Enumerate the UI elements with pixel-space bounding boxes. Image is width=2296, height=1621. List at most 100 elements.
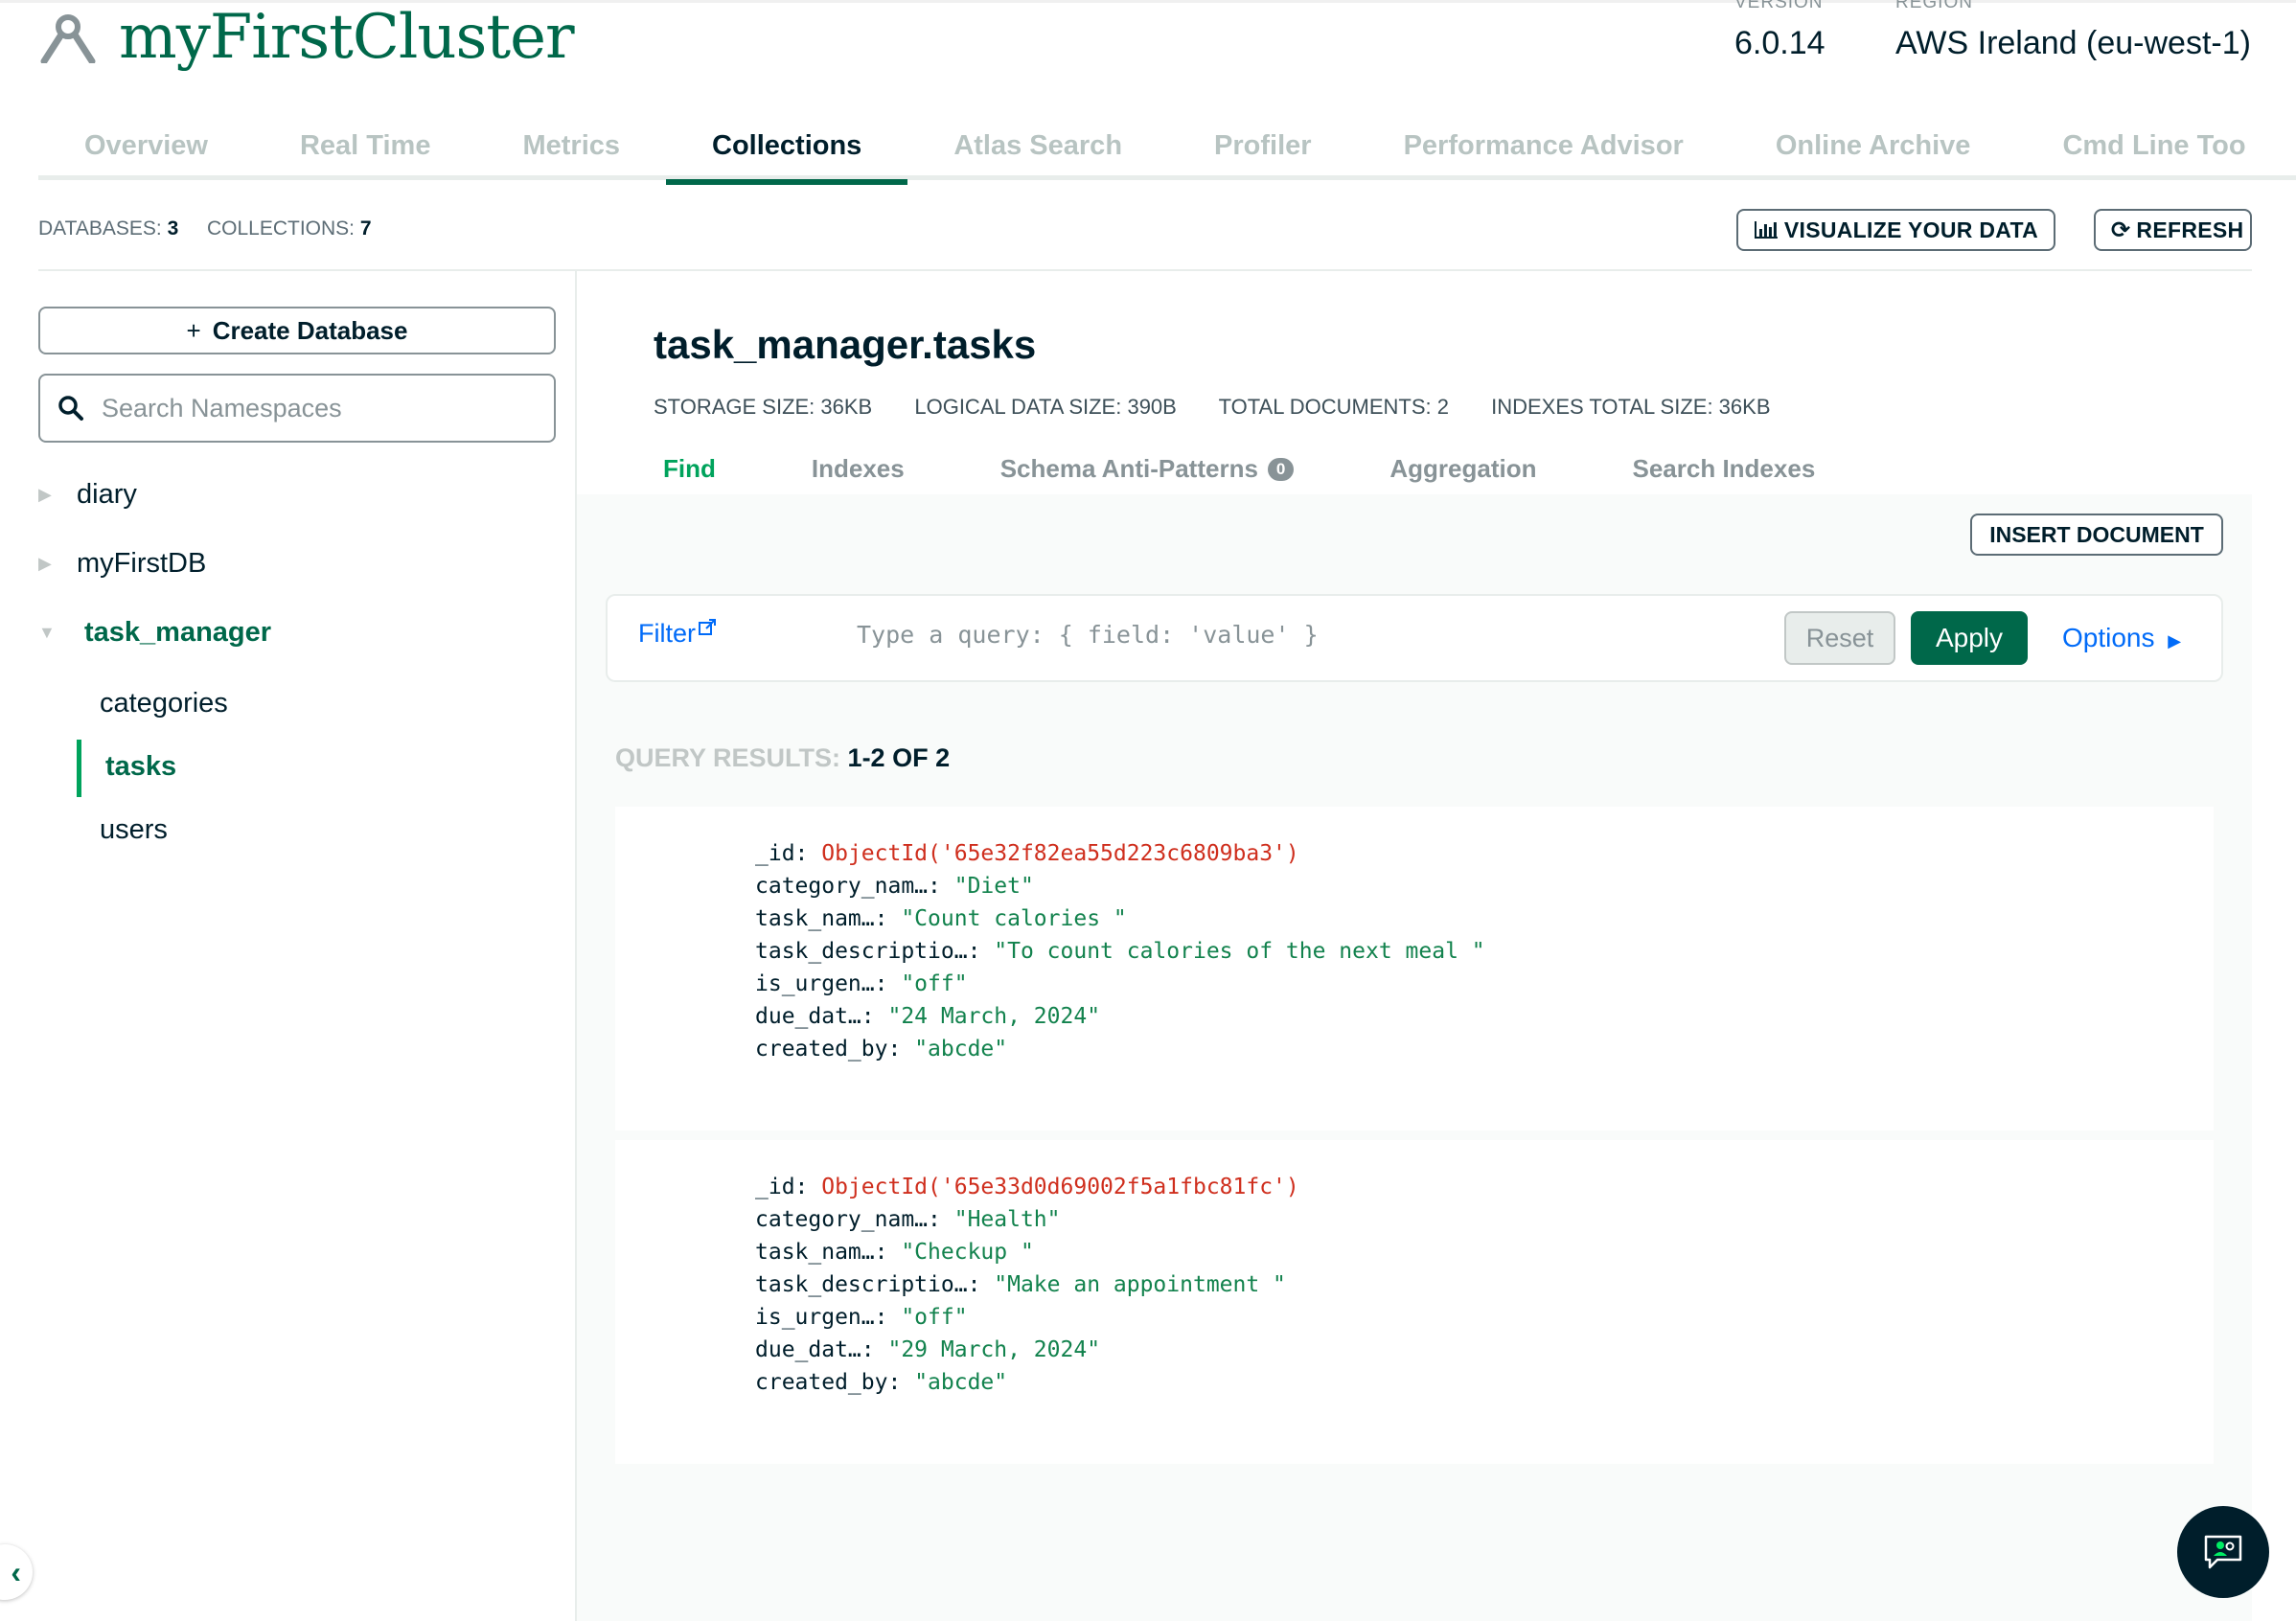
tab-label: Aggregation [1389, 454, 1537, 483]
field-key: due_dat… [755, 1004, 861, 1029]
options-label: Options [2062, 623, 2155, 652]
bar-chart-icon [1754, 221, 1778, 239]
field-key: _id: [755, 1175, 822, 1199]
tab-label: Find [663, 454, 716, 483]
tab-performance-advisor[interactable]: Performance Advisor [1358, 125, 1730, 180]
field-value: "29 March, 2024" [887, 1337, 1101, 1362]
query-results-count: QUERY RESULTS: 1-2 OF 2 [615, 743, 950, 773]
document-field: task_descriptio…: "Make an appointment " [755, 1272, 1286, 1297]
tab-profiler[interactable]: Profiler [1168, 125, 1358, 180]
create-database-label: Create Database [212, 315, 408, 345]
field-value: "abcde" [914, 1370, 1008, 1395]
collection-stats: STORAGE SIZE: 36KB LOGICAL DATA SIZE: 39… [654, 395, 1807, 420]
reset-button[interactable]: Reset [1784, 611, 1895, 665]
apply-button[interactable]: Apply [1911, 611, 2028, 665]
field-value: "Diet" [953, 874, 1034, 899]
namespace-stats: DATABASES: 3 COLLECTIONS: 7 [38, 217, 372, 240]
db-name: myFirstDB [77, 548, 207, 579]
query-results-value: 1-2 OF 2 [847, 743, 951, 772]
document-field-id: _id: ObjectId('65e33d0d69002f5a1fbc81fc'… [755, 1171, 1299, 1203]
sidebar-collection-categories[interactable]: categories [100, 688, 228, 719]
tab-label: Indexes [811, 454, 905, 483]
field-key: category_nam… [755, 1207, 929, 1232]
document-field: category_nam…: "Diet" [755, 874, 1034, 899]
collections-label: COLLECTIONS: [206, 217, 356, 240]
tab-cmd-line-too[interactable]: Cmd Line Too [2016, 125, 2291, 180]
indexes-total-size: INDEXES TOTAL SIZE: 36KB [1491, 395, 1771, 419]
tab-aggregation[interactable]: Aggregation [1389, 454, 1536, 484]
external-link-icon [699, 619, 716, 635]
tab-indexes[interactable]: Indexes [812, 454, 905, 484]
tab-overview[interactable]: Overview [38, 125, 254, 180]
tab-metrics[interactable]: Metrics [476, 125, 666, 180]
create-database-button[interactable]: + Create Database [38, 307, 556, 354]
sidebar-collection-users[interactable]: users [100, 814, 168, 846]
field-value: "abcde" [914, 1037, 1008, 1062]
cluster-name: myFirstCluster [119, 2, 575, 73]
document-field: category_nam…: "Health" [755, 1207, 1061, 1232]
collapse-sidebar-button[interactable]: ‹ [0, 1544, 33, 1600]
field-value: "Health" [953, 1207, 1061, 1232]
tab-real-time[interactable]: Real Time [254, 125, 476, 180]
sidebar-db-task-manager[interactable]: ▼ task_manager [38, 617, 271, 649]
region-value: AWS Ireland (eu-west-1) [1895, 25, 2251, 61]
field-value: "off" [901, 1305, 968, 1330]
refresh-icon: ⟳ [2111, 217, 2131, 243]
tab-atlas-search[interactable]: Atlas Search [907, 125, 1168, 180]
options-toggle[interactable]: Options ▶ [2062, 623, 2181, 653]
caret-right-icon: ▶ [38, 485, 52, 504]
field-value: "off" [901, 971, 968, 996]
field-key: category_nam… [755, 874, 929, 899]
tab-collections[interactable]: Collections [666, 125, 908, 185]
query-results-label: QUERY RESULTS: [615, 743, 841, 772]
version-label: VERSION [1734, 0, 1824, 12]
caret-right-icon: ▶ [38, 554, 52, 573]
tab-find[interactable]: Find [663, 454, 716, 484]
tab-schema-anti-patterns[interactable]: Schema Anti-Patterns 0 [1000, 454, 1295, 484]
document-field: due_dat…: "29 March, 2024" [755, 1337, 1101, 1362]
document-field: created_by: "abcde" [755, 1370, 1008, 1395]
caret-down-icon: ▼ [38, 623, 56, 642]
sidebar-db-diary[interactable]: ▶ diary [38, 479, 137, 511]
db-name: diary [77, 479, 137, 510]
search-namespaces-input[interactable] [102, 393, 523, 423]
tab-search-indexes[interactable]: Search Indexes [1633, 454, 1816, 484]
field-key: task_nam… [755, 906, 875, 931]
logical-data-size: LOGICAL DATA SIZE: 390B [914, 395, 1177, 419]
version-value: 6.0.14 [1734, 25, 1825, 61]
document-field: due_dat…: "24 March, 2024" [755, 1004, 1101, 1029]
chat-icon [2204, 1535, 2242, 1569]
document-field: is_urgen…: "off" [755, 1305, 968, 1330]
tab-online-archive[interactable]: Online Archive [1730, 125, 2017, 180]
chat-support-button[interactable] [2177, 1506, 2269, 1598]
collections-count: 7 [359, 217, 372, 240]
sidebar-db-myfirstdb[interactable]: ▶ myFirstDB [38, 548, 206, 580]
filter-label: Filter [638, 619, 696, 648]
document-field: task_descriptio…: "To count calories of … [755, 939, 1485, 964]
collection-title: task_manager.tasks [654, 322, 1037, 367]
tab-label: Schema Anti-Patterns [999, 454, 1258, 483]
search-namespaces-field[interactable] [38, 374, 556, 443]
field-value: "Count calories " [901, 906, 1127, 931]
databases-label: DATABASES: [38, 217, 162, 240]
field-key: task_nam… [755, 1240, 875, 1265]
header-divider [38, 269, 2252, 271]
storage-size: STORAGE SIZE: 36KB [654, 395, 873, 419]
query-filter-input[interactable] [857, 621, 1719, 649]
refresh-button[interactable]: ⟳ REFRESH [2094, 209, 2252, 251]
document-field-id: _id: ObjectId('65e32f82ea55d223c6809ba3'… [755, 837, 1485, 870]
insert-document-button[interactable]: INSERT DOCUMENT [1970, 514, 2223, 556]
field-key: created_by [755, 1037, 888, 1062]
sidebar-collection-tasks[interactable]: tasks [105, 751, 176, 783]
total-documents: TOTAL DOCUMENTS: 2 [1218, 395, 1449, 419]
tab-label: Search Indexes [1632, 454, 1816, 483]
refresh-label: REFRESH [2136, 217, 2244, 242]
document-fields: _id: ObjectId('65e32f82ea55d223c6809ba3'… [755, 837, 1485, 1065]
field-value: "Checkup " [901, 1240, 1034, 1265]
filter-link[interactable]: Filter [638, 619, 716, 649]
visualize-data-button[interactable]: VISUALIZE YOUR DATA [1736, 209, 2055, 251]
plus-icon: + [186, 315, 201, 345]
caret-right-icon: ▶ [2168, 631, 2182, 651]
field-key: created_by [755, 1370, 888, 1395]
document-fields: _id: ObjectId('65e33d0d69002f5a1fbc81fc'… [755, 1171, 1299, 1399]
